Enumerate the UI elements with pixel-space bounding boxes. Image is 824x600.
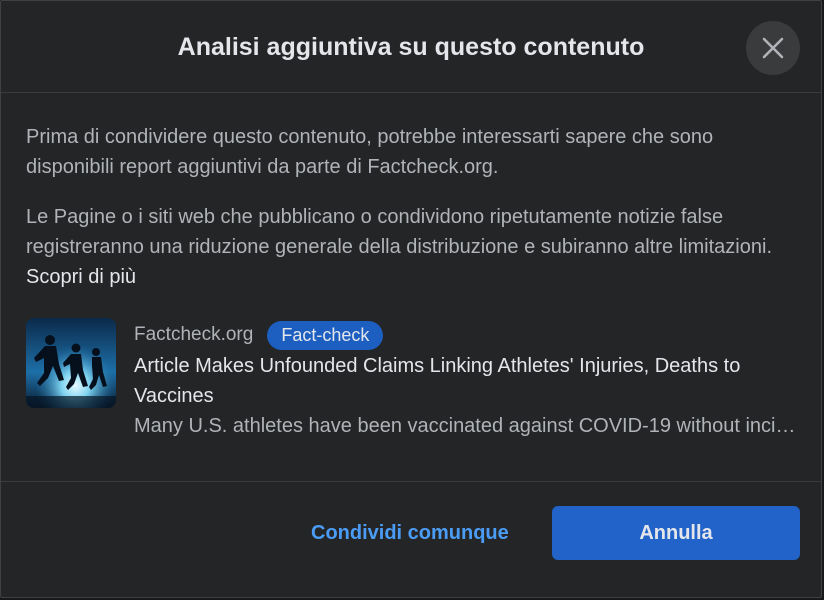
policy-text: Le Pagine o i siti web che pubblicano o …: [26, 206, 772, 258]
additional-analysis-dialog: Analisi aggiuntiva su questo contenuto P…: [0, 0, 822, 598]
close-button[interactable]: [746, 21, 800, 75]
cancel-button[interactable]: Annulla: [552, 506, 800, 560]
runners-image: [26, 318, 116, 408]
policy-paragraph: Le Pagine o i siti web che pubblicano o …: [26, 202, 801, 292]
article-thumbnail: [26, 318, 116, 408]
footer-divider: [1, 481, 821, 482]
fact-check-badge: Fact-check: [267, 320, 384, 350]
close-icon: [762, 37, 784, 59]
intro-paragraph: Prima di condividere questo contenuto, p…: [26, 126, 714, 178]
dialog-body: Prima di condividere questo contenuto, p…: [26, 122, 801, 312]
article-meta: Factcheck.org Fact-check: [134, 320, 384, 350]
learn-more-link[interactable]: Scopri di più: [26, 266, 136, 288]
article-source: Factcheck.org: [134, 324, 254, 345]
article-headline[interactable]: Article Makes Unfounded Claims Linking A…: [134, 351, 799, 411]
article-snippet: Many U.S. athletes have been vaccinated …: [134, 415, 801, 437]
dialog-title: Analisi aggiuntiva su questo contenuto: [177, 33, 645, 61]
dialog-header: Analisi aggiuntiva su questo contenuto: [1, 1, 821, 93]
fact-check-article[interactable]: Factcheck.org Fact-check Article Makes U…: [26, 318, 801, 438]
share-anyway-button[interactable]: Condividi comunque: [311, 519, 509, 547]
